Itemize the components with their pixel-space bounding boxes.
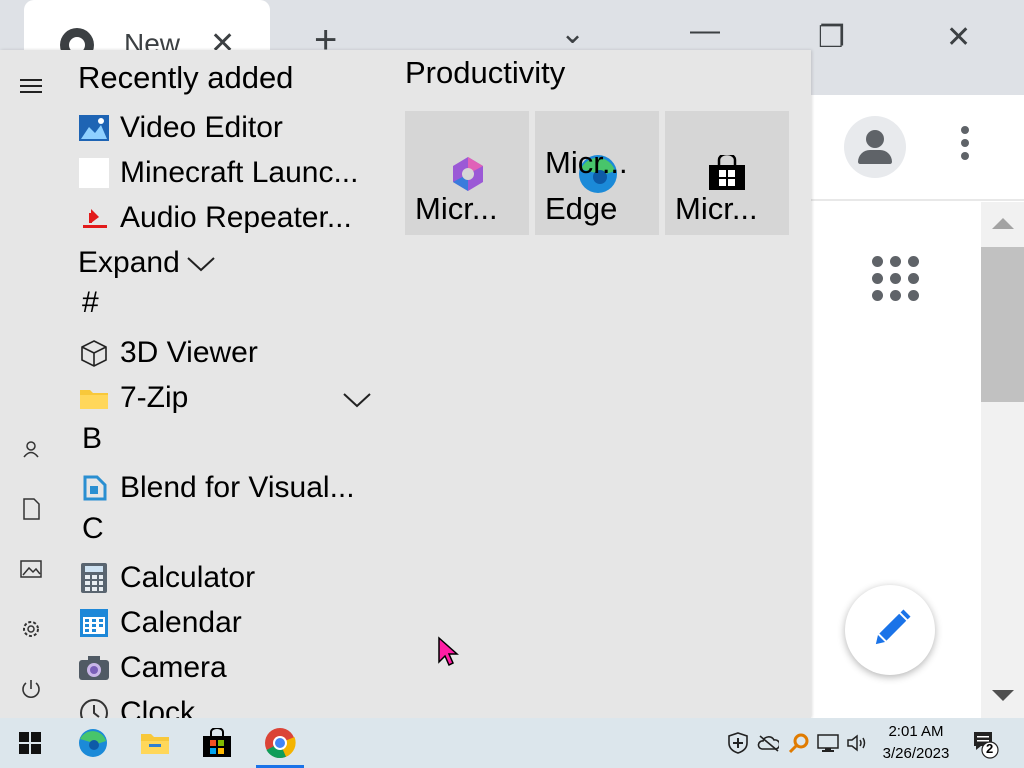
video-editor-icon xyxy=(78,112,110,144)
store-icon xyxy=(709,155,745,190)
section-letter-c[interactable]: C xyxy=(82,512,104,546)
close-window-icon[interactable]: ✕ xyxy=(946,20,971,55)
app-7zip[interactable]: 7-Zip xyxy=(78,378,378,418)
microsoft-365-icon xyxy=(453,157,483,191)
volume-icon[interactable] xyxy=(846,732,868,754)
onedrive-offline-icon[interactable] xyxy=(757,732,779,754)
minecraft-icon xyxy=(78,157,110,189)
settings-gear-icon[interactable] xyxy=(17,615,45,643)
edit-pencil-button[interactable] xyxy=(845,585,935,675)
maximize-icon[interactable]: ❐ xyxy=(818,20,845,55)
taskbar-edge-button[interactable] xyxy=(64,718,122,768)
power-icon[interactable] xyxy=(17,675,45,703)
tile-microsoft-store[interactable]: Micr... xyxy=(665,111,789,235)
documents-icon[interactable] xyxy=(17,495,45,523)
expand-button[interactable]: Expand xyxy=(78,243,238,283)
edge-icon xyxy=(79,729,107,757)
start-button[interactable] xyxy=(1,718,59,768)
search-tool-icon[interactable] xyxy=(788,732,810,754)
calculator-icon xyxy=(78,562,110,594)
blend-icon xyxy=(78,472,110,504)
taskbar-file-explorer-button[interactable] xyxy=(126,718,184,768)
app-blend-visual-studio[interactable]: Blend for Visual... xyxy=(78,468,378,508)
tile-label-line2: Edge xyxy=(545,191,618,226)
7zip-chevron-down-icon[interactable] xyxy=(342,389,372,409)
tile-microsoft-365[interactable]: Micr... xyxy=(405,111,529,235)
tile-microsoft-edge[interactable]: Micr... Edge xyxy=(535,111,659,235)
section-letter-b[interactable]: B xyxy=(82,422,102,456)
app-camera[interactable]: Camera xyxy=(78,648,378,688)
scroll-down-icon[interactable] xyxy=(992,690,1014,701)
windows-logo-icon xyxy=(19,732,41,754)
app-list: Recently added Video Editor Minecraft La… xyxy=(78,50,388,718)
tile-label: Micr... xyxy=(415,191,498,226)
app-minecraft-launcher[interactable]: Minecraft Launc... xyxy=(78,153,378,193)
3d-cube-icon xyxy=(78,337,110,369)
notification-count-badge: 2 xyxy=(986,741,994,756)
hamburger-menu-icon[interactable] xyxy=(17,72,45,100)
calendar-icon xyxy=(78,607,110,639)
app-calendar[interactable]: Calendar xyxy=(78,603,378,643)
store-icon xyxy=(203,728,231,757)
app-3d-viewer[interactable]: 3D Viewer xyxy=(78,333,378,373)
app-video-editor[interactable]: Video Editor xyxy=(78,108,378,148)
taskbar-store-button[interactable] xyxy=(188,718,246,768)
scrollbar-thumb[interactable] xyxy=(981,247,1024,402)
clock-icon xyxy=(78,697,110,718)
google-apps-icon[interactable] xyxy=(870,254,922,306)
scroll-up-icon[interactable] xyxy=(992,218,1014,229)
more-options-icon[interactable] xyxy=(958,126,972,165)
tile-label-line1: Micr... xyxy=(545,145,628,180)
section-letter-hash[interactable]: # xyxy=(82,286,99,320)
user-account-icon[interactable] xyxy=(17,435,45,463)
start-menu: Recently added Video Editor Minecraft La… xyxy=(0,50,811,718)
profile-avatar-icon[interactable] xyxy=(844,116,906,178)
app-clock[interactable]: Clock xyxy=(78,693,378,718)
taskbar-clock-time[interactable]: 2:01 AM xyxy=(868,723,964,740)
audio-repeater-icon xyxy=(78,202,110,234)
chevron-down-icon xyxy=(187,257,215,272)
recently-added-header: Recently added xyxy=(78,60,294,95)
chrome-icon xyxy=(265,728,296,759)
pencil-icon xyxy=(875,609,911,645)
minimize-icon[interactable]: — xyxy=(690,14,720,48)
app-calculator[interactable]: Calculator xyxy=(78,558,378,598)
mouse-cursor-icon xyxy=(438,636,459,667)
file-explorer-icon xyxy=(141,734,169,754)
tiles-group-title[interactable]: Productivity xyxy=(405,55,565,91)
tile-label: Micr... xyxy=(675,191,758,226)
folder-icon xyxy=(78,382,110,414)
security-shield-icon[interactable] xyxy=(727,732,749,754)
start-left-rail xyxy=(0,50,62,718)
camera-icon xyxy=(78,652,110,684)
tab-search-icon[interactable]: ⌄ xyxy=(560,16,585,51)
notification-center-icon[interactable]: 2 xyxy=(972,730,1000,760)
pictures-icon[interactable] xyxy=(17,555,45,583)
taskbar-chrome-button[interactable] xyxy=(251,718,309,768)
network-icon[interactable] xyxy=(817,732,839,754)
taskbar-clock-date[interactable]: 3/26/2023 xyxy=(868,745,964,762)
app-audio-repeater[interactable]: Audio Repeater... xyxy=(78,198,378,238)
